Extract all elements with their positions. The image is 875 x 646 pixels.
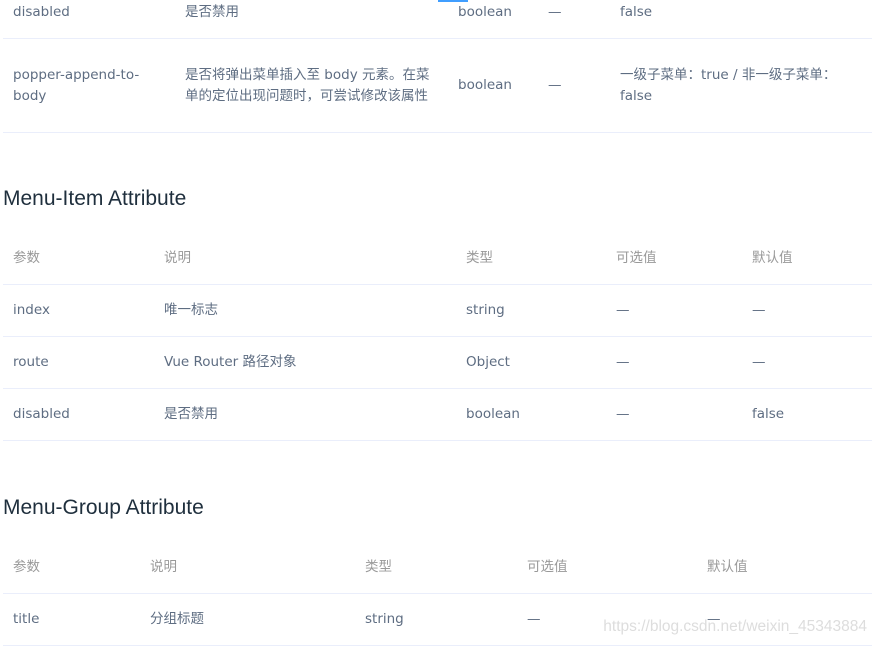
options-cell: — xyxy=(606,388,742,441)
header-desc: 说明 xyxy=(140,542,355,594)
options-cell: — xyxy=(538,0,610,39)
default-cell: false xyxy=(742,388,872,441)
desc-cell: 是否将弹出菜单插入至 body 元素。在菜单的定位出现问题时，可尝试修改该属性 xyxy=(175,38,448,133)
header-options: 可选值 xyxy=(606,233,742,285)
table-row: index 唯一标志 string — — xyxy=(3,284,872,337)
param-cell: index xyxy=(3,284,154,337)
type-cell: boolean xyxy=(456,388,606,441)
desc-cell: 是否禁用 xyxy=(175,0,448,39)
type-cell: boolean xyxy=(448,0,538,39)
desc-cell: Vue Router 路径对象 xyxy=(154,336,456,389)
watermark: https://blog.csdn.net/weixin_45343884 xyxy=(603,618,867,635)
header-type: 类型 xyxy=(456,233,606,285)
table-row: disabled 是否禁用 boolean — false xyxy=(3,0,872,39)
header-param: 参数 xyxy=(3,542,140,594)
options-cell: — xyxy=(606,336,742,389)
type-cell: Object xyxy=(456,336,606,389)
header-desc: 说明 xyxy=(154,233,456,285)
options-cell: — xyxy=(606,284,742,337)
type-cell: string xyxy=(355,593,517,646)
param-cell: disabled xyxy=(3,388,154,441)
header-options: 可选值 xyxy=(517,542,697,594)
table-row: route Vue Router 路径对象 Object — — xyxy=(3,336,872,389)
default-cell: 一级子菜单：true / 非一级子菜单：false xyxy=(610,38,872,133)
param-cell: route xyxy=(3,336,154,389)
table-row: popper-append-to-body 是否将弹出菜单插入至 body 元素… xyxy=(3,38,872,133)
menu-item-section-title: Menu-Item Attribute xyxy=(3,187,187,210)
header-default: 默认值 xyxy=(697,542,872,594)
header-type: 类型 xyxy=(355,542,517,594)
param-cell: title xyxy=(3,593,140,646)
default-cell: — xyxy=(742,336,872,389)
type-cell: boolean xyxy=(448,38,538,133)
table-header-row: 参数 说明 类型 可选值 默认值 xyxy=(3,542,872,594)
desc-cell: 唯一标志 xyxy=(154,284,456,337)
desc-cell: 是否禁用 xyxy=(154,388,456,441)
header-param: 参数 xyxy=(3,233,154,285)
header-default: 默认值 xyxy=(742,233,872,285)
default-cell: false xyxy=(610,0,872,39)
options-cell: — xyxy=(538,38,610,133)
menu-item-attribute-table: 参数 说明 类型 可选值 默认值 index 唯一标志 string — — r… xyxy=(3,233,872,441)
type-cell: string xyxy=(456,284,606,337)
table-header-row: 参数 说明 类型 可选值 默认值 xyxy=(3,233,872,285)
submenu-attribute-table: disabled 是否禁用 boolean — false popper-app… xyxy=(3,0,872,133)
table-row: disabled 是否禁用 boolean — false xyxy=(3,388,872,441)
param-cell: popper-append-to-body xyxy=(3,38,175,133)
desc-cell: 分组标题 xyxy=(140,593,355,646)
menu-group-section-title: Menu-Group Attribute xyxy=(3,496,204,519)
default-cell: — xyxy=(742,284,872,337)
param-cell: disabled xyxy=(3,0,175,39)
